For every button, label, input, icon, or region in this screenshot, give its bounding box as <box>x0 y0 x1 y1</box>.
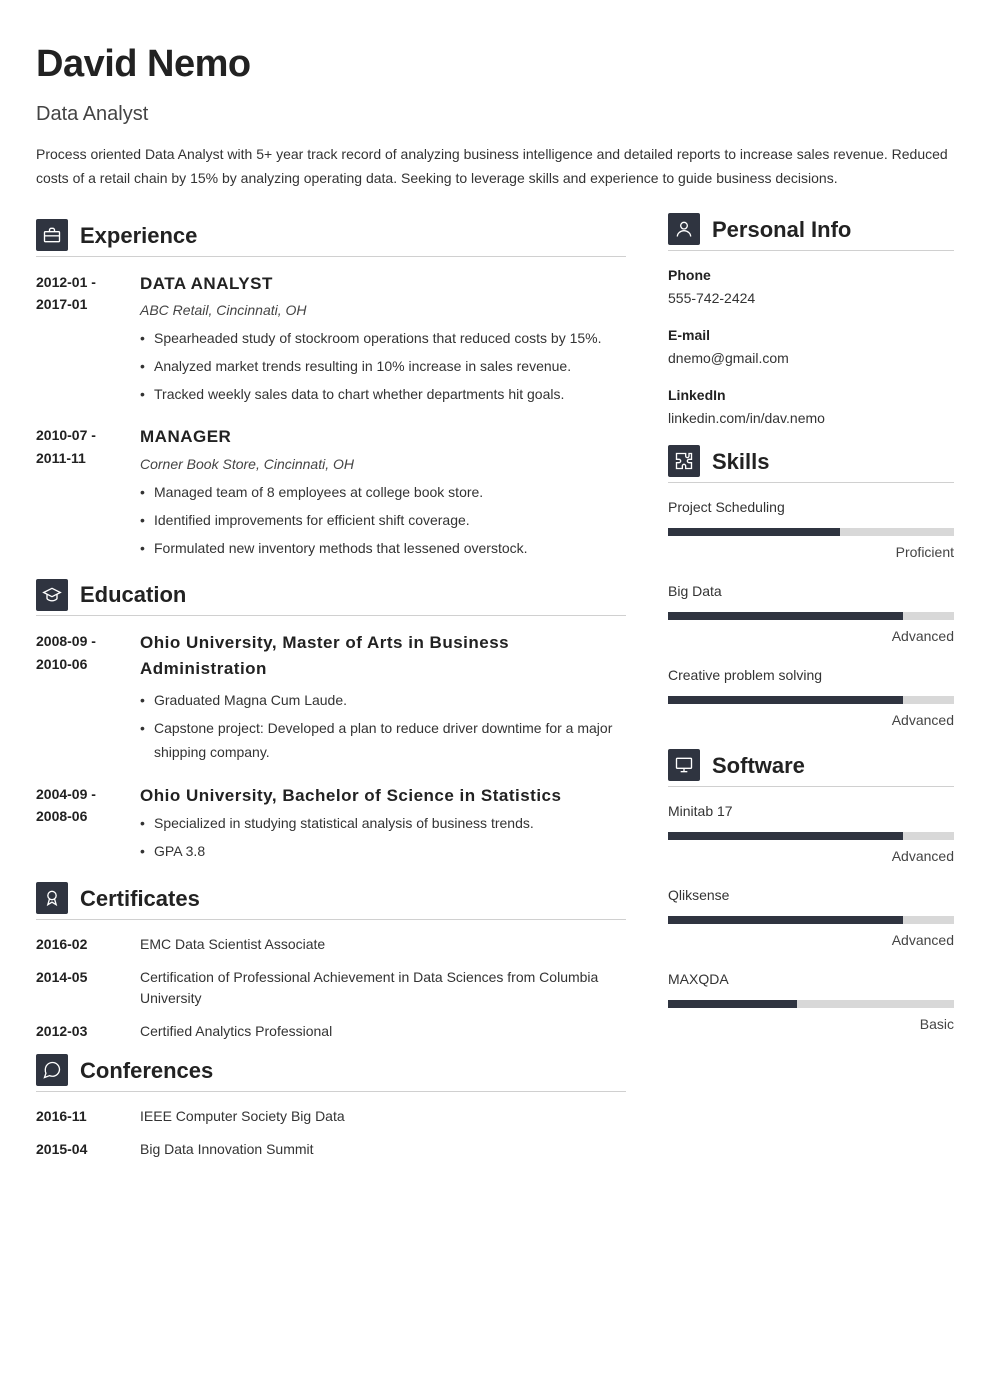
section-header-software: Software <box>668 749 954 787</box>
software-level-label: Advanced <box>668 930 954 951</box>
entry-dates: 2016-11 <box>36 1106 122 1127</box>
education-entry: 2008-09 - 2010-06 Ohio University, Maste… <box>36 630 626 768</box>
person-name: David Nemo <box>36 36 954 93</box>
software-name: MAXQDA <box>668 969 954 990</box>
entry-dates: 2010-07 - 2011-11 <box>36 424 122 564</box>
software-item: Minitab 17 Advanced <box>668 801 954 867</box>
entry-bullet: Spearheaded study of stockroom operation… <box>140 327 626 351</box>
entry-dates: 2015-04 <box>36 1139 122 1160</box>
entry-bullet: Tracked weekly sales data to chart wheth… <box>140 383 626 407</box>
skill-level-label: Proficient <box>668 542 954 563</box>
skill-name: Big Data <box>668 581 954 602</box>
graduation-cap-icon <box>36 579 68 611</box>
software-name: Qliksense <box>668 885 954 906</box>
skill-item: Project Scheduling Proficient <box>668 497 954 563</box>
entry-dates: 2008-09 - 2010-06 <box>36 630 122 768</box>
personal-email: E-mail dnemo@gmail.com <box>668 325 954 369</box>
puzzle-icon <box>668 445 700 477</box>
section-header-experience: Experience <box>36 219 626 257</box>
entry-dates: 2014-05 <box>36 967 122 1009</box>
entry-text: IEEE Computer Society Big Data <box>140 1106 626 1127</box>
briefcase-icon <box>36 219 68 251</box>
entry-bullet: Managed team of 8 employees at college b… <box>140 481 626 505</box>
job-title: Data Analyst <box>36 99 954 129</box>
software-name: Minitab 17 <box>668 801 954 822</box>
entry-org: ABC Retail, Cincinnati, OH <box>140 300 626 321</box>
entry-role: MANAGER <box>140 424 626 450</box>
certificate-entry: 2012-03 Certified Analytics Professional <box>36 1021 626 1042</box>
skill-item: Creative problem solving Advanced <box>668 665 954 731</box>
certificate-icon <box>36 882 68 914</box>
skill-name: Creative problem solving <box>668 665 954 686</box>
speech-bubble-icon <box>36 1054 68 1086</box>
person-icon <box>668 213 700 245</box>
entry-bullet: Analyzed market trends resulting in 10% … <box>140 355 626 379</box>
side-column: Personal Info Phone 555-742-2424 E-mail … <box>668 213 954 1172</box>
software-level-label: Advanced <box>668 846 954 867</box>
entry-dates: 2012-03 <box>36 1021 122 1042</box>
section-title: Skills <box>712 445 769 478</box>
entry-bullet: Identified improvements for efficient sh… <box>140 509 626 533</box>
info-label: Phone <box>668 265 954 286</box>
entry-bullet: Graduated Magna Cum Laude. <box>140 689 626 713</box>
conference-entry: 2015-04 Big Data Innovation Summit <box>36 1139 626 1160</box>
entry-bullet: Formulated new inventory methods that le… <box>140 537 626 561</box>
entry-text: Big Data Innovation Summit <box>140 1139 626 1160</box>
info-value: dnemo@gmail.com <box>668 348 954 369</box>
personal-phone: Phone 555-742-2424 <box>668 265 954 309</box>
software-bar <box>668 832 954 840</box>
entry-role: DATA ANALYST <box>140 271 626 297</box>
skill-bar <box>668 528 954 536</box>
skill-bar <box>668 612 954 620</box>
personal-linkedin: LinkedIn linkedin.com/in/dav.nemo <box>668 385 954 429</box>
section-title: Conferences <box>80 1054 213 1087</box>
info-label: E-mail <box>668 325 954 346</box>
skill-level-label: Advanced <box>668 710 954 731</box>
entry-bullet: Specialized in studying statistical anal… <box>140 812 626 836</box>
entry-bullet: GPA 3.8 <box>140 840 626 864</box>
section-header-personal-info: Personal Info <box>668 213 954 251</box>
software-level-label: Basic <box>668 1014 954 1035</box>
info-value: linkedin.com/in/dav.nemo <box>668 408 954 429</box>
section-header-certificates: Certificates <box>36 882 626 920</box>
info-label: LinkedIn <box>668 385 954 406</box>
section-title: Experience <box>80 219 197 252</box>
section-title: Education <box>80 578 186 611</box>
certificate-entry: 2014-05 Certification of Professional Ac… <box>36 967 626 1009</box>
skill-level-label: Advanced <box>668 626 954 647</box>
section-title: Certificates <box>80 882 200 915</box>
entry-role: Ohio University, Bachelor of Science in … <box>140 783 626 809</box>
certificate-entry: 2016-02 EMC Data Scientist Associate <box>36 934 626 955</box>
section-header-education: Education <box>36 578 626 616</box>
skill-bar <box>668 696 954 704</box>
entry-dates: 2004-09 - 2008-06 <box>36 783 122 868</box>
software-bar <box>668 916 954 924</box>
entry-org: Corner Book Store, Cincinnati, OH <box>140 454 626 475</box>
section-header-conferences: Conferences <box>36 1054 626 1092</box>
entry-text: EMC Data Scientist Associate <box>140 934 626 955</box>
entry-text: Certification of Professional Achievemen… <box>140 967 626 1009</box>
section-title: Personal Info <box>712 213 851 246</box>
software-item: MAXQDA Basic <box>668 969 954 1035</box>
entry-text: Certified Analytics Professional <box>140 1021 626 1042</box>
entry-role: Ohio University, Master of Arts in Busin… <box>140 630 626 681</box>
entry-bullet: Capstone project: Developed a plan to re… <box>140 717 626 765</box>
monitor-icon <box>668 749 700 781</box>
entry-dates: 2016-02 <box>36 934 122 955</box>
software-item: Qliksense Advanced <box>668 885 954 951</box>
skill-name: Project Scheduling <box>668 497 954 518</box>
experience-entry: 2010-07 - 2011-11 MANAGER Corner Book St… <box>36 424 626 564</box>
conference-entry: 2016-11 IEEE Computer Society Big Data <box>36 1106 626 1127</box>
entry-dates: 2012-01 - 2017-01 <box>36 271 122 411</box>
info-value: 555-742-2424 <box>668 288 954 309</box>
section-title: Software <box>712 749 805 782</box>
skill-item: Big Data Advanced <box>668 581 954 647</box>
software-bar <box>668 1000 954 1008</box>
section-header-skills: Skills <box>668 445 954 483</box>
main-column: Experience 2012-01 - 2017-01 DATA ANALYS… <box>36 213 626 1172</box>
summary-text: Process oriented Data Analyst with 5+ ye… <box>36 143 954 191</box>
experience-entry: 2012-01 - 2017-01 DATA ANALYST ABC Retai… <box>36 271 626 411</box>
education-entry: 2004-09 - 2008-06 Ohio University, Bache… <box>36 783 626 868</box>
